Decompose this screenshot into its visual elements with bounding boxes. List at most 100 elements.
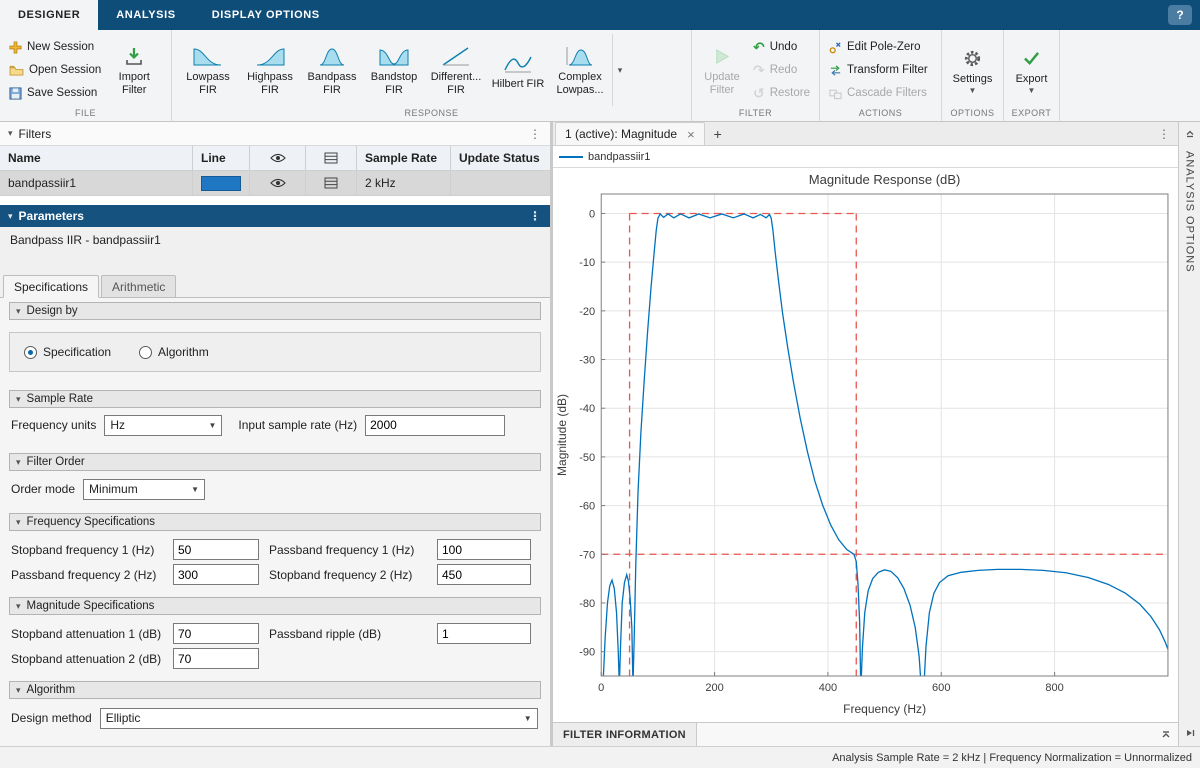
line-color-swatch[interactable] (201, 176, 241, 191)
passband-frequency-1-field[interactable] (437, 539, 531, 560)
response-hilbert-fir-button[interactable]: Hilbert FIR (488, 34, 548, 106)
passband-ripple-field[interactable] (437, 623, 531, 644)
section-header-frequency-specifications[interactable]: ▾ Frequency Specifications (9, 513, 541, 531)
section-header-algorithm[interactable]: ▾ Algorithm (9, 681, 541, 699)
group-label-response: RESPONSE (172, 106, 691, 121)
new-session-button[interactable]: New Session (6, 37, 104, 58)
passband-frequency-2-field[interactable] (173, 564, 259, 585)
algorithm-row: Design method Elliptic ▼ (9, 705, 541, 731)
filter-table-row[interactable]: bandpassiir1 2 kHz (0, 171, 550, 196)
filter-info-cell[interactable] (306, 171, 357, 196)
passband-frequency-1-label: Passband frequency 1 (Hz) (269, 543, 427, 557)
input-sample-rate-label: Input sample rate (Hz) (238, 418, 357, 432)
radio-button-icon[interactable] (24, 346, 37, 359)
filter-name-cell[interactable]: bandpassiir1 (0, 171, 193, 196)
save-session-button[interactable]: Save Session (6, 83, 104, 104)
radio-algorithm[interactable]: Algorithm (139, 345, 209, 359)
cascade-filters-button[interactable]: Cascade Filters (826, 83, 931, 104)
settings-label: Settings (953, 73, 993, 86)
dock-panel-icon[interactable] (1185, 127, 1195, 141)
section-header-magnitude-specifications[interactable]: ▾ Magnitude Specifications (9, 597, 541, 615)
parameters-panel-header[interactable]: ▾ Parameters ⋮ (0, 205, 550, 227)
restore-button[interactable]: ↺ Restore (750, 83, 813, 104)
radio-algorithm-label: Algorithm (158, 345, 209, 359)
filter-sample-rate-cell: 2 kHz (357, 171, 451, 196)
tab-specifications[interactable]: Specifications (3, 275, 99, 298)
design-method-dropdown[interactable]: Elliptic ▼ (100, 708, 538, 729)
redo-button[interactable]: ↷ Redo (750, 60, 813, 81)
tab-analysis[interactable]: ANALYSIS (98, 0, 193, 30)
section-header-design-by[interactable]: ▾ Design by (9, 302, 541, 320)
response-lowpass-fir-button[interactable]: Lowpass FIR (178, 34, 238, 106)
open-session-button[interactable]: Open Session (6, 60, 104, 81)
update-filter-label: Update Filter (699, 71, 745, 96)
import-filter-button[interactable]: Import Filter (108, 34, 160, 106)
restore-panel-icon[interactable] (1185, 727, 1195, 741)
order-mode-dropdown[interactable]: Minimum ▼ (83, 479, 205, 500)
tab-display-options[interactable]: DISPLAY OPTIONS (194, 0, 338, 30)
input-sample-rate-field[interactable] (365, 415, 505, 436)
export-button[interactable]: Export ▼ (1010, 34, 1053, 106)
stopband-frequency-1-field[interactable] (173, 539, 259, 560)
transform-filter-button[interactable]: Transform Filter (826, 60, 931, 81)
radio-specification[interactable]: Specification (24, 345, 111, 359)
settings-dropdown-arrow: ▼ (969, 86, 977, 95)
undo-button[interactable]: ↶ Undo (750, 37, 813, 58)
tab-arithmetic[interactable]: Arithmetic (101, 275, 176, 297)
restore-label: Restore (770, 87, 810, 99)
close-tab-icon[interactable]: × (687, 127, 695, 142)
analysis-options-label[interactable]: ANALYSIS OPTIONS (1184, 151, 1196, 273)
plot-tabbar: 1 (active): Magnitude × + ⋮ (553, 122, 1178, 146)
edit-pole-zero-button[interactable]: Edit Pole-Zero (826, 37, 931, 58)
open-session-label: Open Session (29, 64, 101, 76)
frequency-units-dropdown[interactable]: Hz ▼ (104, 415, 222, 436)
parameters-menu-icon[interactable]: ⋮ (529, 209, 542, 223)
filter-visibility-cell[interactable] (250, 171, 306, 196)
restore-icon: ↺ (753, 86, 765, 100)
import-arrow-icon (124, 46, 144, 66)
x-tick-label: 0 (598, 682, 604, 694)
toolstrip-tabbar: DESIGNER ANALYSIS DISPLAY OPTIONS ? (0, 0, 1200, 30)
collapse-triangle-icon: ▾ (16, 306, 21, 317)
stopband-frequency-1-label: Stopband frequency 1 (Hz) (11, 543, 163, 557)
response-gallery-dropdown[interactable]: ▾ (612, 34, 627, 106)
response-bandpass-fir-button[interactable]: Bandpass FIR (302, 34, 362, 106)
magnitude-response-chart[interactable]: 02004006008000-10-20-30-40-50-60-70-80-9… (553, 168, 1178, 722)
expand-panel-icon[interactable] (1154, 723, 1178, 746)
radio-button-icon[interactable] (139, 346, 152, 359)
update-filter-button[interactable]: Update Filter (698, 34, 746, 106)
magnitude-plot-tab[interactable]: 1 (active): Magnitude × (555, 122, 705, 145)
collapse-triangle-icon: ▾ (16, 601, 21, 612)
add-plot-tab-button[interactable]: + (705, 123, 731, 145)
group-label-options: OPTIONS (942, 106, 1003, 121)
stopband-attenuation-1-field[interactable] (173, 623, 259, 644)
section-header-sample-rate[interactable]: ▾ Sample Rate (9, 390, 541, 408)
stopband-attenuation-2-field[interactable] (173, 648, 259, 669)
section-header-filter-order[interactable]: ▾ Filter Order (9, 453, 541, 471)
main-area: ▾ Filters ⋮ Name Line Sample Rate Update… (0, 122, 1200, 746)
y-tick-label: -50 (579, 452, 595, 464)
plot-legend: bandpassiir1 (553, 146, 1178, 168)
response-bandstop-fir-button[interactable]: Bandstop FIR (364, 34, 424, 106)
filter-information-tab[interactable]: FILTER INFORMATION (553, 723, 697, 746)
response-differentiator-fir-button[interactable]: Different... FIR (426, 34, 486, 106)
filters-panel-header[interactable]: ▾ Filters ⋮ (0, 122, 550, 146)
stopband-attenuation-1-label: Stopband attenuation 1 (dB) (11, 627, 163, 641)
algorithm-title: Algorithm (27, 684, 76, 696)
response-complex-lowpass-button[interactable]: Complex Lowpas... (550, 34, 610, 106)
settings-button[interactable]: Settings ▼ (948, 34, 997, 106)
stopband-frequency-2-field[interactable] (437, 564, 531, 585)
plot-tabbar-menu-icon[interactable]: ⋮ (1158, 127, 1178, 141)
cascade-filters-icon (829, 87, 842, 100)
filters-menu-icon[interactable]: ⋮ (529, 127, 542, 141)
help-button[interactable]: ? (1168, 5, 1192, 25)
button-line1: Hilbert FIR (492, 78, 545, 91)
filter-order-row: Order mode Minimum ▼ (9, 477, 541, 501)
tab-designer[interactable]: DESIGNER (0, 0, 98, 30)
response-highpass-fir-button[interactable]: Highpass FIR (240, 34, 300, 106)
column-header-info (306, 146, 357, 171)
filter-line-cell[interactable] (193, 171, 250, 196)
parameters-tabs: Specifications Arithmetic (0, 275, 550, 298)
button-line1: Bandstop (371, 71, 417, 84)
y-axis-label: Magnitude (dB) (555, 394, 569, 476)
